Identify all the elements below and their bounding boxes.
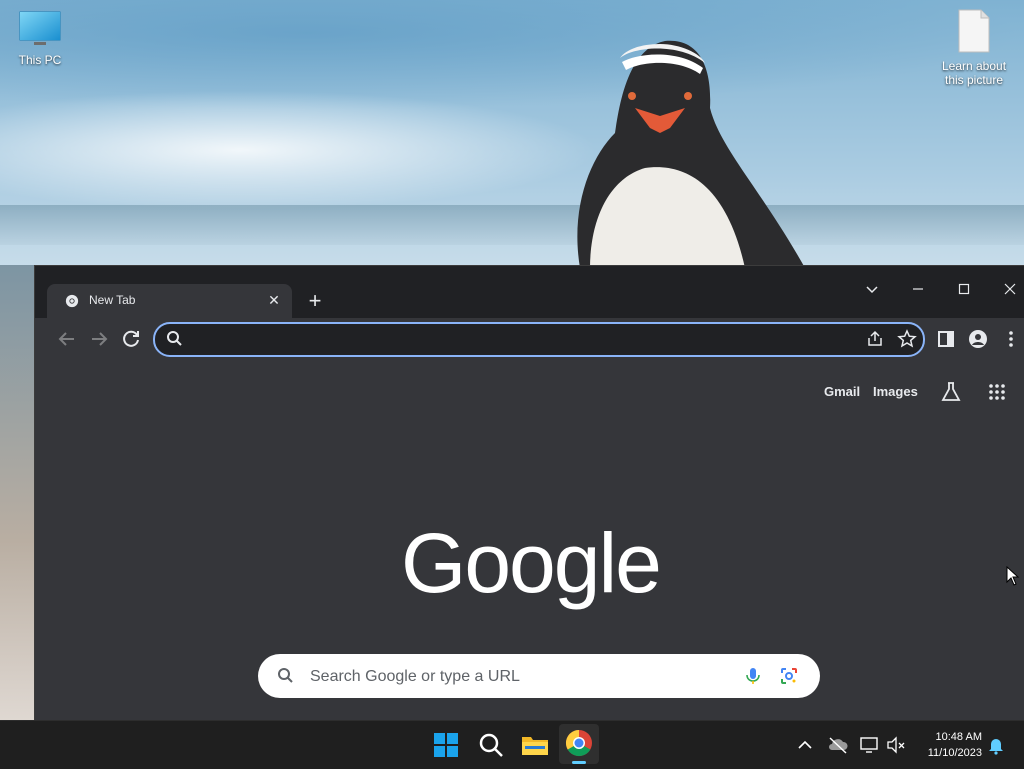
learn-about-picture-label: Learn about this picture xyxy=(941,59,1007,87)
google-lens-icon[interactable] xyxy=(779,666,799,686)
this-pc-desktop-icon[interactable]: This PC xyxy=(0,10,80,67)
address-bar[interactable] xyxy=(153,322,925,357)
file-explorer-icon[interactable] xyxy=(519,729,551,761)
address-input[interactable] xyxy=(189,328,833,352)
chevron-up-icon[interactable] xyxy=(794,734,816,756)
back-arrow-icon[interactable] xyxy=(55,327,79,351)
document-icon xyxy=(958,9,990,53)
notification-bell-icon[interactable] xyxy=(986,735,1006,755)
menu-kebab-icon[interactable] xyxy=(1001,329,1021,349)
tab-search-chevron-icon[interactable] xyxy=(849,278,895,302)
profile-icon[interactable] xyxy=(968,329,988,349)
mouse-cursor-icon xyxy=(1006,566,1020,586)
chrome-window: New Tab ✕ + Gmail Images Google Search G… xyxy=(34,265,1024,721)
side-panel-icon[interactable] xyxy=(936,329,956,349)
onedrive-offline-icon[interactable] xyxy=(827,734,849,756)
share-icon[interactable] xyxy=(865,329,885,349)
learn-about-picture-desktop-icon[interactable]: Learn about this picture xyxy=(934,8,1014,87)
google-logo: Google xyxy=(401,516,662,610)
chrome-titlebar: New Tab ✕ + xyxy=(35,266,1024,318)
chrome-icon xyxy=(565,729,592,757)
clock-date: 11/10/2023 xyxy=(927,747,982,759)
chrome-favicon-icon xyxy=(65,294,79,308)
bookmark-star-icon[interactable] xyxy=(897,329,917,349)
close-icon xyxy=(1004,283,1016,295)
this-pc-label: This PC xyxy=(18,53,62,67)
wallpaper-sea xyxy=(0,205,1024,245)
apps-grid-icon[interactable] xyxy=(987,382,1007,402)
images-link[interactable]: Images xyxy=(873,384,918,399)
maximize-button[interactable] xyxy=(941,278,987,302)
forward-arrow-icon[interactable] xyxy=(87,327,111,351)
labs-flask-icon[interactable] xyxy=(939,380,963,404)
wallpaper-iceberg xyxy=(0,90,600,210)
voice-search-mic-icon[interactable] xyxy=(743,666,763,686)
minimize-button[interactable] xyxy=(895,278,941,302)
clock-time: 10:48 AM xyxy=(935,731,982,743)
reload-icon[interactable] xyxy=(119,327,143,351)
search-icon xyxy=(278,668,293,683)
chrome-toolbar xyxy=(35,318,1024,360)
windows-start-icon[interactable] xyxy=(430,729,462,761)
new-tab-button[interactable]: + xyxy=(305,290,325,312)
gmail-link[interactable]: Gmail xyxy=(824,384,860,399)
new-tab-page: Gmail Images Google xyxy=(35,360,1024,721)
network-icon[interactable] xyxy=(859,734,881,756)
search-icon xyxy=(167,331,182,346)
active-app-indicator xyxy=(572,761,586,764)
tab-close-icon[interactable]: ✕ xyxy=(266,292,282,308)
monitor-icon xyxy=(19,11,61,45)
maximize-icon xyxy=(958,283,970,295)
volume-muted-icon[interactable] xyxy=(885,734,907,756)
tab-title: New Tab xyxy=(89,293,136,307)
wallpaper-left-edge xyxy=(0,265,34,725)
search-icon[interactable] xyxy=(475,729,507,761)
chrome-taskbar-button[interactable] xyxy=(559,724,599,764)
google-search-box[interactable] xyxy=(258,654,820,698)
system-clock[interactable]: 10:48 AM 11/10/2023 xyxy=(928,729,982,761)
tab-new-tab[interactable]: New Tab ✕ xyxy=(47,284,292,318)
google-search-input[interactable] xyxy=(308,664,712,690)
taskbar: 10:48 AM 11/10/2023 xyxy=(0,720,1024,769)
minimize-icon xyxy=(913,288,923,290)
close-window-button[interactable] xyxy=(987,278,1024,302)
penguin-image xyxy=(577,40,805,268)
